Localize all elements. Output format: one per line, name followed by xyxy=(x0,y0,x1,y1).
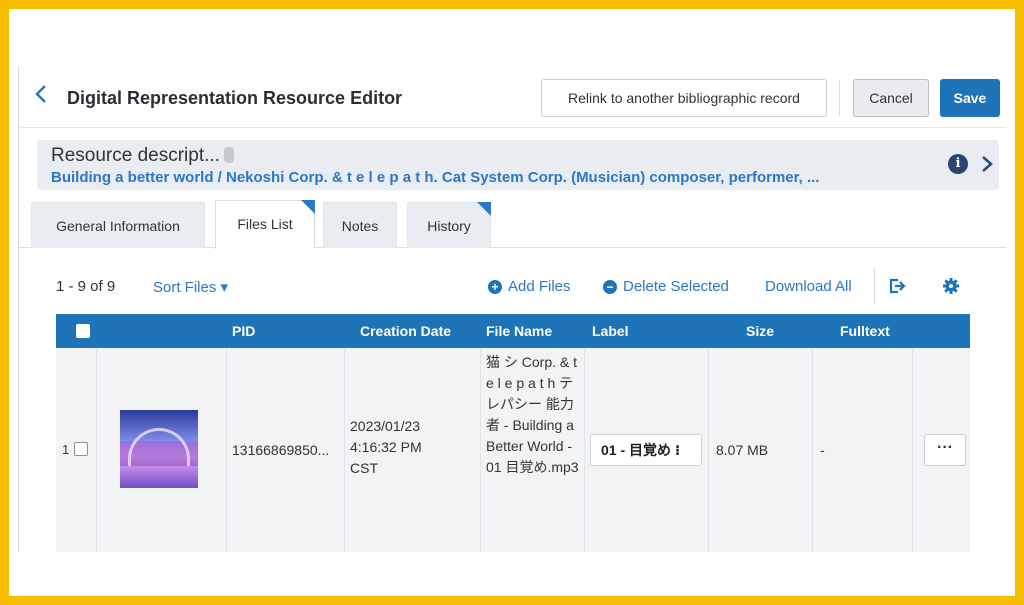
resource-title-pill xyxy=(223,147,234,163)
tab-corner-marker xyxy=(301,200,315,214)
minus-circle-icon: − xyxy=(603,279,617,294)
delete-selected-button[interactable]: − Delete Selected xyxy=(603,278,729,295)
resource-description-bar[interactable]: Resource descript... Building a better w… xyxy=(37,140,999,190)
toolbar-divider xyxy=(874,268,875,304)
tab-notes[interactable]: Notes xyxy=(323,202,397,248)
page-title: Digital Representation Resource Editor xyxy=(67,88,403,108)
tab-label: History xyxy=(427,218,471,234)
gear-icon[interactable] xyxy=(941,276,961,296)
resource-title: Resource descript... xyxy=(51,145,234,167)
results-count: 1 - 9 of 9 xyxy=(56,278,116,295)
files-table-header: PID Creation Date File Name Label Size F… xyxy=(56,314,970,348)
cancel-button[interactable]: Cancel xyxy=(853,79,929,117)
tab-history[interactable]: History xyxy=(407,202,491,248)
download-all-button[interactable]: Download All xyxy=(765,278,852,295)
tab-bar: General Information Files List Notes His… xyxy=(19,198,1006,249)
select-all-checkbox[interactable] xyxy=(76,324,90,338)
header-divider xyxy=(839,80,840,116)
save-button[interactable]: Save xyxy=(940,79,1000,117)
label-select-value: 01 - 目覚め xyxy=(601,442,672,458)
label-select[interactable]: 01 - 目覚め ⁝ xyxy=(590,434,702,466)
row-number: 1 xyxy=(62,442,70,457)
plus-circle-icon: + xyxy=(488,279,502,294)
size-value: 8.07 MB xyxy=(716,442,769,458)
tab-label: Notes xyxy=(341,218,379,234)
relink-button[interactable]: Relink to another bibliographic record xyxy=(541,79,827,117)
sort-files-dropdown[interactable]: Sort Files ▾ xyxy=(153,278,228,296)
column-divider xyxy=(584,348,585,552)
column-header-creation-date[interactable]: Creation Date xyxy=(360,314,451,348)
add-files-button[interactable]: + Add Files xyxy=(488,278,571,295)
column-divider xyxy=(812,348,813,552)
delete-selected-label: Delete Selected xyxy=(623,278,729,295)
file-name-value: 猫 シ Corp. & t e l e p a t h テレパシー 能力者 - … xyxy=(486,354,579,475)
tab-general-information[interactable]: General Information xyxy=(31,202,205,248)
creation-date-value: 2023/01/23 4:16:32 PM CST xyxy=(350,418,422,476)
add-files-label: Add Files xyxy=(508,278,571,295)
back-arrow-icon[interactable] xyxy=(31,83,53,105)
tab-label: Files List xyxy=(237,216,293,232)
column-header-pid[interactable]: PID xyxy=(232,314,255,348)
row-checkbox[interactable] xyxy=(74,442,88,456)
column-divider xyxy=(96,348,97,552)
column-header-file-name[interactable]: File Name xyxy=(486,314,552,348)
tab-files-list[interactable]: Files List xyxy=(215,200,315,249)
resource-subtitle-link[interactable]: Building a better world / Nekoshi Corp. … xyxy=(51,169,819,186)
file-thumbnail[interactable] xyxy=(120,410,198,488)
column-divider xyxy=(708,348,709,552)
pid-value: 13166869850... xyxy=(232,442,330,458)
column-header-fulltext[interactable]: Fulltext xyxy=(840,314,890,348)
resource-editor-window: Digital Representation Resource Editor R… xyxy=(18,66,1006,552)
column-divider xyxy=(226,348,227,552)
table-row[interactable]: 1 13166869850... 2023/01/23 4:16:32 PM C… xyxy=(56,348,970,552)
tab-corner-marker xyxy=(477,202,491,216)
chevron-right-icon[interactable] xyxy=(979,154,995,174)
column-divider xyxy=(480,348,481,552)
tab-label: General Information xyxy=(56,218,180,234)
info-icon[interactable]: i xyxy=(948,154,968,174)
column-divider xyxy=(344,348,345,552)
column-header-size[interactable]: Size xyxy=(746,314,774,348)
download-all-label: Download All xyxy=(765,278,852,295)
editor-header: Digital Representation Resource Editor R… xyxy=(19,66,1006,128)
fulltext-value: - xyxy=(820,442,825,458)
thumbnail-ground xyxy=(120,466,198,488)
column-header-label[interactable]: Label xyxy=(592,314,629,348)
row-actions-button[interactable]: ··· xyxy=(924,434,966,466)
export-icon[interactable] xyxy=(887,276,907,296)
column-divider xyxy=(912,348,913,552)
